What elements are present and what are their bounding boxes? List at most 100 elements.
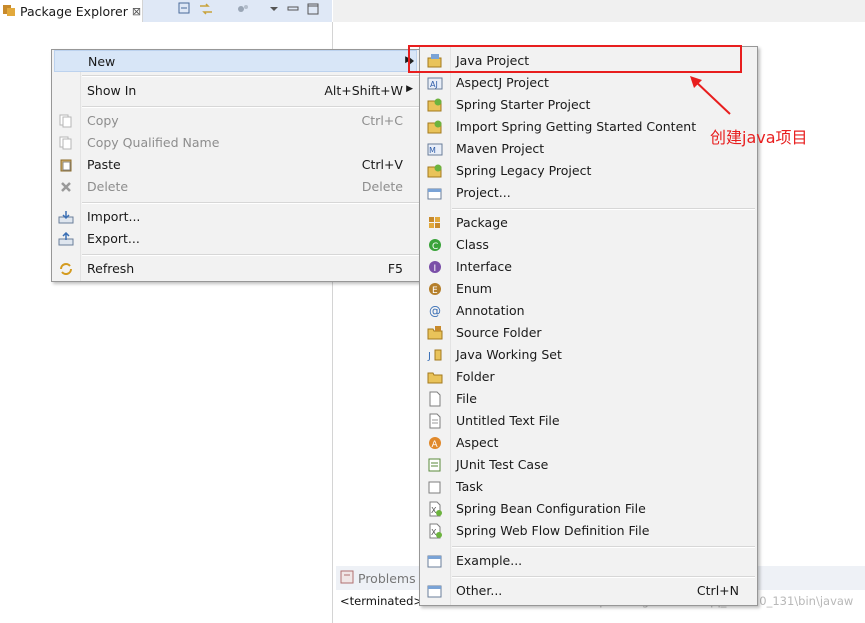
- submenu-item-junit-test-case[interactable]: JUnit Test Case: [422, 454, 755, 476]
- submenu-item-spring-web-flow[interactable]: X Spring Web Flow Definition File: [422, 520, 755, 542]
- menu-item-label: Export...: [87, 231, 140, 246]
- submenu-item-spring-legacy-project[interactable]: Spring Legacy Project: [422, 160, 755, 182]
- maven-project-icon: M: [427, 141, 443, 157]
- submenu-item-folder[interactable]: Folder: [422, 366, 755, 388]
- submenu-item-annotation[interactable]: @ Annotation: [422, 300, 755, 322]
- submenu-item-untitled-text-file[interactable]: Untitled Text File: [422, 410, 755, 432]
- annotation-icon: @: [427, 303, 443, 319]
- svg-text:J: J: [427, 351, 431, 362]
- submenu-item-interface[interactable]: I Interface: [422, 256, 755, 278]
- class-icon: C: [427, 237, 443, 253]
- menu-item-refresh[interactable]: Refresh F5: [54, 258, 417, 280]
- spring-legacy-icon: [427, 163, 443, 179]
- spring-bean-icon: X: [427, 501, 443, 517]
- svg-text:M: M: [429, 146, 436, 155]
- submenu-item-label: Other...: [456, 583, 503, 598]
- svg-text:I: I: [434, 264, 437, 274]
- submenu-item-aspect[interactable]: A Aspect: [422, 432, 755, 454]
- menu-item-show-in[interactable]: Show In Alt+Shift+W ▶: [54, 80, 417, 102]
- submenu-item-label: Annotation: [456, 303, 525, 318]
- copy-qualified-icon: [58, 135, 74, 151]
- other-icon: [427, 583, 443, 599]
- menu-item-accelerator: Ctrl+C: [361, 113, 403, 128]
- menu-separator: [82, 254, 419, 256]
- spring-import-icon: [427, 119, 443, 135]
- view-toolbar: [178, 2, 320, 19]
- svg-text:E: E: [432, 286, 438, 296]
- close-icon[interactable]: ⊠: [132, 5, 141, 18]
- menu-item-label: Show In: [87, 83, 137, 98]
- submenu-item-label: Project...: [456, 185, 511, 200]
- menu-item-accelerator: Delete: [361, 179, 403, 194]
- editor-tab-area: [333, 0, 865, 22]
- submenu-item-class[interactable]: C Class: [422, 234, 755, 256]
- menu-item-label: Copy: [87, 113, 119, 128]
- text-file-icon: [427, 413, 443, 429]
- spring-webflow-icon: X: [427, 523, 443, 539]
- submenu-item-label: File: [456, 391, 477, 406]
- paste-icon: [58, 157, 74, 173]
- submenu-item-label: JUnit Test Case: [456, 457, 549, 472]
- link-editor-icon[interactable]: [198, 2, 214, 19]
- submenu-item-maven-project[interactable]: M Maven Project: [422, 138, 755, 160]
- menu-item-copy[interactable]: Copy Ctrl+C: [54, 110, 417, 132]
- submenu-item-label: Spring Legacy Project: [456, 163, 592, 178]
- package-icon: [427, 215, 443, 231]
- submenu-item-label: Interface: [456, 259, 512, 274]
- submenu-item-other[interactable]: Other... Ctrl+N: [422, 580, 755, 602]
- package-explorer-icon: [2, 3, 16, 20]
- menu-item-paste[interactable]: Paste Ctrl+V: [54, 154, 417, 176]
- submenu-item-accelerator: Ctrl+N: [696, 583, 739, 598]
- submenu-item-label: Folder: [456, 369, 495, 384]
- problems-icon: [340, 570, 354, 587]
- submenu-item-source-folder[interactable]: Source Folder: [422, 322, 755, 344]
- submenu-item-package[interactable]: Package: [422, 212, 755, 234]
- submenu-item-label: Java Working Set: [456, 347, 562, 362]
- minimize-icon[interactable]: [286, 2, 300, 19]
- problems-tab[interactable]: Problems: [336, 566, 420, 590]
- menu-item-label: Copy Qualified Name: [87, 135, 220, 150]
- submenu-item-label: Package: [456, 215, 508, 230]
- menu-item-label: New: [88, 54, 116, 69]
- collapse-all-icon[interactable]: [178, 2, 192, 19]
- menu-item-copy-qualified-name[interactable]: Copy Qualified Name: [54, 132, 417, 154]
- package-explorer-tab[interactable]: Package Explorer ⊠: [0, 0, 143, 22]
- filter-icon[interactable]: [236, 2, 250, 19]
- menu-item-export[interactable]: Export...: [54, 228, 417, 250]
- annotation-text: 创建java项目: [710, 128, 808, 147]
- menu-item-label: Import...: [87, 209, 141, 224]
- file-icon: [427, 391, 443, 407]
- submenu-item-file[interactable]: File: [422, 388, 755, 410]
- svg-text:AJ: AJ: [430, 80, 438, 89]
- highlight-box-java-project: [408, 45, 742, 73]
- submenu-item-example[interactable]: Example...: [422, 550, 755, 572]
- submenu-item-enum[interactable]: E Enum: [422, 278, 755, 300]
- submenu-item-label: Task: [456, 479, 483, 494]
- submenu-item-spring-bean-config[interactable]: X Spring Bean Configuration File: [422, 498, 755, 520]
- enum-icon: E: [427, 281, 443, 297]
- source-folder-icon: [427, 325, 443, 341]
- project-icon: [427, 185, 443, 201]
- submenu-item-java-working-set[interactable]: J Java Working Set: [422, 344, 755, 366]
- menu-item-import[interactable]: Import...: [54, 206, 417, 228]
- maximize-icon[interactable]: [306, 2, 320, 19]
- submenu-item-project[interactable]: Project...: [422, 182, 755, 204]
- submenu-item-task[interactable]: Task: [422, 476, 755, 498]
- submenu-item-label: Class: [456, 237, 489, 252]
- view-menu-icon[interactable]: [268, 3, 280, 18]
- menu-item-new[interactable]: New ▶: [54, 50, 417, 72]
- junit-icon: [427, 457, 443, 473]
- aspectj-project-icon: AJ: [427, 75, 443, 91]
- submenu-separator: [452, 576, 755, 578]
- problems-tab-label: Problems: [358, 570, 416, 586]
- import-icon: [58, 209, 74, 225]
- menu-separator: [82, 106, 419, 108]
- menu-item-accelerator: Ctrl+V: [361, 157, 403, 172]
- menu-item-delete[interactable]: Delete Delete: [54, 176, 417, 198]
- view-title: Package Explorer: [20, 3, 128, 19]
- menu-item-accelerator: F5: [387, 261, 403, 276]
- new-submenu: Java Project AJ AspectJ Project Spring S…: [419, 46, 758, 606]
- submenu-item-label: Source Folder: [456, 325, 542, 340]
- submenu-item-label: Spring Bean Configuration File: [456, 501, 646, 516]
- submenu-item-label: Spring Starter Project: [456, 97, 591, 112]
